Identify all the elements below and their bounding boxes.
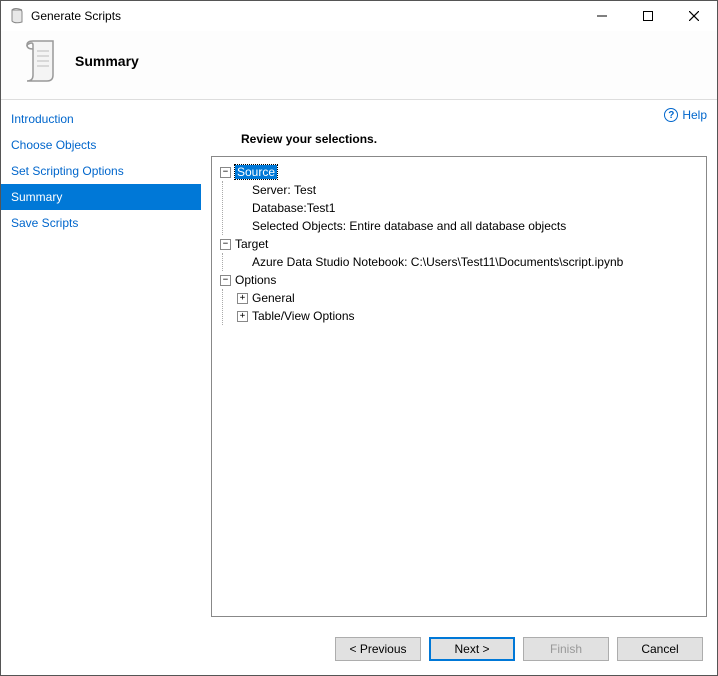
help-row: ? Help (211, 108, 707, 122)
review-heading: Review your selections. (241, 132, 707, 146)
notebook-label: Azure Data Studio Notebook: (252, 255, 407, 269)
tree-node-target: − Target Azure Data Studio Notebook: C:\… (216, 235, 702, 271)
tree-label-options[interactable]: Options (235, 273, 276, 287)
next-button[interactable]: Next > (429, 637, 515, 661)
summary-tree[interactable]: − Source Server: Test Database: Test1 (211, 156, 707, 617)
window-title: Generate Scripts (31, 9, 121, 23)
server-value: Test (294, 183, 316, 197)
help-link[interactable]: Help (682, 108, 707, 122)
expand-icon[interactable]: + (237, 311, 248, 322)
minimize-button[interactable] (579, 1, 625, 31)
main-area: Introduction Choose Objects Set Scriptin… (1, 100, 717, 627)
sidebar-item-summary[interactable]: Summary (1, 184, 201, 210)
window-controls (579, 1, 717, 31)
database-label: Database: (252, 201, 307, 215)
collapse-icon[interactable]: − (220, 167, 231, 178)
sidebar-item-scripting-options[interactable]: Set Scripting Options (1, 158, 201, 184)
wizard-header: Summary (1, 31, 717, 100)
sidebar-item-save-scripts[interactable]: Save Scripts (1, 210, 201, 236)
selected-objects-label: Selected Objects: (252, 219, 346, 233)
tree-node-options: − Options + General + Table/View Options (216, 271, 702, 325)
general-label: General (252, 291, 295, 305)
selected-objects-value: Entire database and all database objects (349, 219, 566, 233)
previous-button[interactable]: < Previous (335, 637, 421, 661)
sidebar-item-label: Introduction (11, 112, 74, 126)
page-title: Summary (75, 53, 139, 69)
collapse-icon[interactable]: − (220, 275, 231, 286)
tree-label-target[interactable]: Target (235, 237, 268, 251)
finish-button: Finish (523, 637, 609, 661)
sidebar-item-label: Set Scripting Options (11, 164, 124, 178)
wizard-sidebar: Introduction Choose Objects Set Scriptin… (1, 100, 201, 627)
sidebar-item-choose-objects[interactable]: Choose Objects (1, 132, 201, 158)
tree-row-server[interactable]: Server: Test (233, 181, 702, 199)
tree-row-notebook[interactable]: Azure Data Studio Notebook: C:\Users\Tes… (233, 253, 702, 271)
help-icon: ? (664, 108, 678, 122)
database-value: Test1 (307, 201, 336, 215)
expand-icon[interactable]: + (237, 293, 248, 304)
cancel-button[interactable]: Cancel (617, 637, 703, 661)
notebook-value: C:\Users\Test11\Documents\script.ipynb (411, 255, 624, 269)
sidebar-item-label: Choose Objects (11, 138, 96, 152)
sidebar-item-label: Save Scripts (11, 216, 78, 230)
script-icon (21, 41, 61, 81)
tree-row-tableview[interactable]: + Table/View Options (233, 307, 702, 325)
tree-node-source: − Source Server: Test Database: Test1 (216, 163, 702, 235)
titlebar: Generate Scripts (1, 1, 717, 31)
tree-row-general[interactable]: + General (233, 289, 702, 307)
server-label: Server: (252, 183, 291, 197)
content-panel: ? Help Review your selections. − Source … (201, 100, 717, 627)
collapse-icon[interactable]: − (220, 239, 231, 250)
app-icon (9, 8, 25, 24)
sidebar-item-introduction[interactable]: Introduction (1, 106, 201, 132)
close-button[interactable] (671, 1, 717, 31)
wizard-footer: < Previous Next > Finish Cancel (1, 627, 717, 675)
sidebar-item-label: Summary (11, 190, 62, 204)
tree-row-selected-objects[interactable]: Selected Objects: Entire database and al… (233, 217, 702, 235)
tree-row-database[interactable]: Database: Test1 (233, 199, 702, 217)
tree-label-source[interactable]: Source (235, 165, 277, 179)
tableview-label: Table/View Options (252, 309, 355, 323)
maximize-button[interactable] (625, 1, 671, 31)
